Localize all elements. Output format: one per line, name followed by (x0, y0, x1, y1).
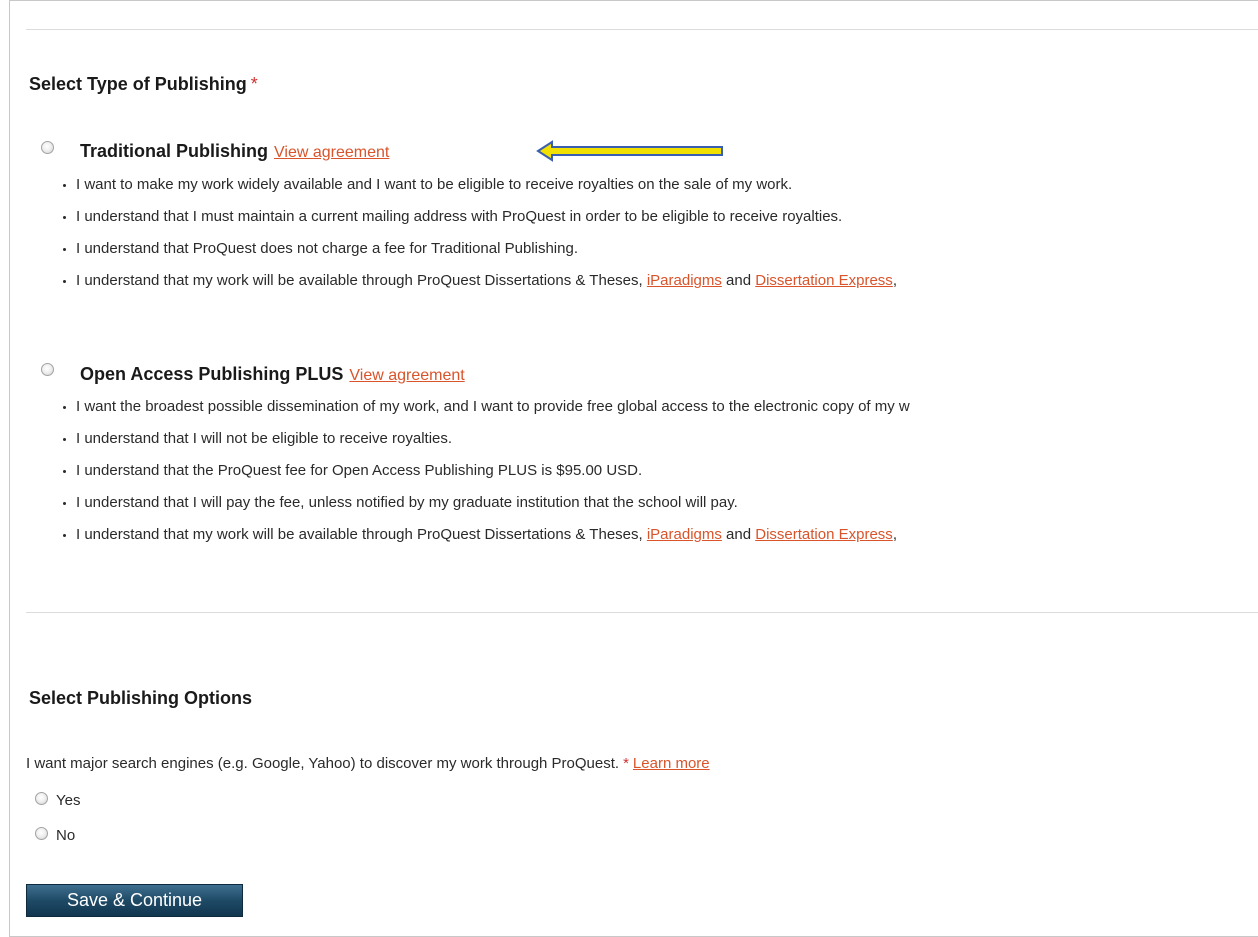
learn-more-link[interactable]: Learn more (633, 755, 710, 772)
open-access-plus-title: Open Access Publishing PLUS (80, 364, 344, 384)
frame-border-left (9, 0, 10, 937)
required-mark: * (250, 74, 258, 94)
bullet-text: I understand that I will pay the fee, un… (76, 494, 738, 511)
list-item: I understand that ProQuest does not char… (76, 240, 1258, 272)
iparadigms-link[interactable]: iParadigms (647, 526, 722, 543)
list-item: I understand that I will not be eligible… (76, 430, 1258, 462)
search-yes-label[interactable]: Yes (56, 792, 80, 809)
list-item: I understand that I will pay the fee, un… (76, 494, 1258, 526)
search-yes-radio[interactable] (35, 792, 48, 805)
required-mark: * (623, 755, 629, 772)
top-divider (26, 29, 1258, 30)
options-section-title: Select Publishing Options (29, 688, 253, 708)
bullet-text: I understand that I must maintain a curr… (76, 208, 843, 225)
traditional-publishing-radio[interactable] (41, 141, 54, 154)
bullet-text: I understand that my work will be availa… (76, 272, 643, 289)
left-arrow-icon (536, 140, 726, 167)
bullet-and: and (726, 526, 752, 543)
traditional-view-agreement-link[interactable]: View agreement (274, 144, 389, 161)
bullet-tail: , (892, 272, 897, 289)
save-continue-button[interactable]: Save & Continue (26, 884, 243, 917)
list-item: I want to make my work widely available … (76, 176, 1258, 208)
bullet-and: and (726, 272, 752, 289)
search-no-label[interactable]: No (56, 827, 75, 844)
search-no-radio[interactable] (35, 827, 48, 840)
traditional-publishing-title: Traditional Publishing (80, 141, 269, 161)
open-access-bullet-list: I want the broadest possible disseminati… (42, 398, 1258, 558)
traditional-bullet-list: I want to make my work widely available … (42, 176, 1258, 304)
open-access-plus-heading: Open Access Publishing PLUS View agreemen… (80, 364, 465, 385)
list-item: I understand that I must maintain a curr… (76, 208, 1258, 240)
dissertation-express-link[interactable]: Dissertation Express (755, 526, 893, 543)
type-section-title-text: Select Type of Publishing (29, 74, 247, 94)
type-section-title: Select Type of Publishing * (29, 74, 258, 95)
list-item: I want the broadest possible disseminati… (76, 398, 1258, 430)
list-item: I understand that my work will be availa… (76, 526, 1258, 558)
iparadigms-link[interactable]: iParadigms (647, 272, 722, 289)
frame-border-top (9, 0, 1258, 1)
search-engine-question: I want major search engines (e.g. Google… (26, 755, 710, 772)
question-text: I want major search engines (e.g. Google… (26, 755, 620, 772)
bullet-text: I want the broadest possible disseminati… (76, 398, 910, 415)
dissertation-express-link[interactable]: Dissertation Express (755, 272, 893, 289)
bullet-text: I understand that ProQuest does not char… (76, 240, 578, 257)
bullet-tail: , (892, 526, 897, 543)
bullet-text: I understand that I will not be eligible… (76, 430, 453, 447)
section-divider (26, 612, 1258, 613)
traditional-publishing-heading: Traditional Publishing View agreement (80, 141, 389, 162)
list-item: I understand that my work will be availa… (76, 272, 1258, 304)
bullet-text: I want to make my work widely available … (76, 176, 793, 193)
bullet-text: I understand that my work will be availa… (76, 526, 643, 543)
open-access-plus-radio[interactable] (41, 363, 54, 376)
bullet-text: I understand that the ProQuest fee for O… (76, 462, 643, 479)
page: Select Type of Publishing * Traditional P… (0, 0, 1258, 937)
list-item: I understand that the ProQuest fee for O… (76, 462, 1258, 494)
open-access-view-agreement-link[interactable]: View agreement (349, 367, 464, 384)
